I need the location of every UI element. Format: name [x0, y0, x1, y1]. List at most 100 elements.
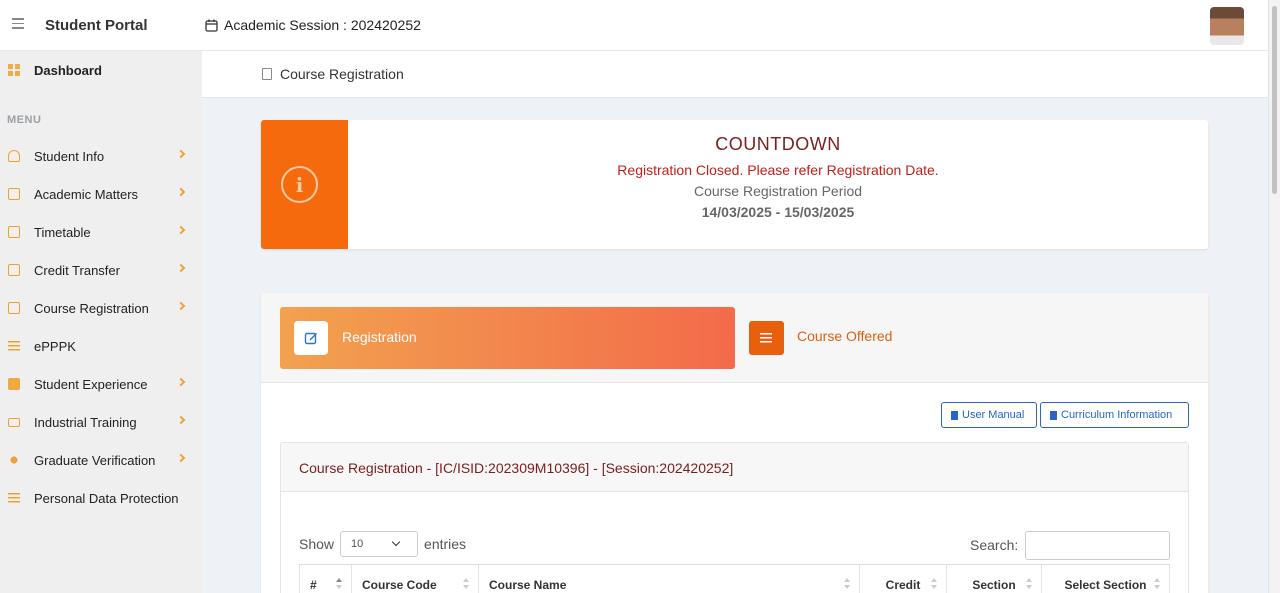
sidebar-item-timetable[interactable]: Timetable [0, 213, 202, 251]
sidebar-nav: Student Info Academic Matters Timetable … [0, 137, 202, 517]
list-icon [8, 492, 20, 504]
column-header-credit[interactable]: Credit [860, 565, 947, 593]
user-icon [8, 150, 20, 162]
table-header: # Course Code Course Name Credit Section… [299, 564, 1170, 593]
registration-period-dates: 14/03/2025 - 15/03/2025 [701, 204, 855, 220]
course-registration-table-panel: Course Registration - [IC/ISID:202309M10… [280, 442, 1189, 593]
column-header-section[interactable]: Section [947, 565, 1042, 593]
sidebar-item-industrial-training[interactable]: Industrial Training [0, 403, 202, 441]
tab-course-offered-icon-box[interactable] [749, 321, 784, 355]
sidebar-item-label: ePPPK [34, 338, 76, 354]
chevron-right-icon [176, 187, 186, 197]
page-size-control: Show 10 entries [299, 531, 466, 557]
sort-icon [844, 578, 850, 590]
tab-label: Registration [342, 329, 417, 345]
sidebar-item-academic-matters[interactable]: Academic Matters [0, 175, 202, 213]
show-label: Show [299, 536, 335, 552]
breadcrumb-label: Course Registration [280, 66, 404, 82]
column-label: Section [972, 578, 1016, 592]
page-size-select[interactable]: 10 [340, 531, 419, 557]
tab-registration[interactable]: Registration [280, 307, 735, 369]
column-label: Course Code [362, 578, 437, 592]
breadcrumb: Course Registration [262, 66, 404, 82]
chevron-right-icon [176, 415, 186, 425]
sidebar-item-label: Industrial Training [34, 414, 137, 430]
sidebar-item-credit-transfer[interactable]: Credit Transfer [0, 251, 202, 289]
dashboard-icon [8, 64, 20, 76]
sidebar-item-label: Credit Transfer [34, 262, 120, 278]
sidebar-item-course-registration[interactable]: Course Registration [0, 289, 202, 327]
button-label: Curriculum Information [1061, 409, 1173, 421]
monitor-icon [8, 417, 20, 427]
list-icon [760, 333, 772, 343]
search-input[interactable] [1025, 531, 1170, 560]
panel-title: Course Registration - [IC/ISID:202309M10… [299, 460, 734, 476]
calendar-icon [8, 226, 20, 238]
entries-label: entries [424, 536, 467, 552]
column-label: Credit [885, 578, 921, 592]
sidebar-item-label: Student Experience [34, 376, 148, 392]
countdown-panel: i COUNTDOWN Registration Closed. Please … [261, 120, 1208, 249]
clipboard-icon [262, 68, 272, 80]
column-header-course-name[interactable]: Course Name [479, 565, 860, 593]
chevron-right-icon [176, 301, 186, 311]
sidebar-item-label: Course Registration [34, 300, 149, 316]
avatar[interactable] [1210, 7, 1244, 45]
edit-icon [294, 321, 328, 355]
hamburger-menu-icon[interactable] [12, 18, 24, 30]
document-icon [8, 264, 20, 276]
column-header-course-code[interactable]: Course Code [352, 565, 479, 593]
search-label: Search: [970, 537, 1019, 553]
countdown-title: COUNTDOWN [715, 134, 841, 154]
button-label: User Manual [962, 409, 1025, 421]
flower-icon [8, 454, 20, 466]
sidebar-item-student-info[interactable]: Student Info [0, 137, 202, 175]
list-icon [8, 340, 20, 352]
tab-course-offered[interactable]: Course Offered [797, 328, 892, 344]
file-icon [951, 410, 958, 420]
sidebar-item-student-experience[interactable]: Student Experience [0, 365, 202, 403]
column-label: # [310, 578, 317, 592]
sort-icon [1154, 578, 1160, 590]
column-label: Course Name [489, 578, 567, 592]
layout-icon [8, 188, 20, 200]
sidebar-item-label: Student Info [34, 148, 105, 164]
sidebar-item-label: Dashboard [34, 62, 102, 78]
info-icon: i [281, 166, 318, 203]
chevron-down-icon [391, 537, 401, 547]
sidebar-item-graduate-verification[interactable]: Graduate Verification [0, 441, 202, 479]
sort-icon [1026, 578, 1032, 590]
column-header-number[interactable]: # [299, 565, 352, 593]
page-scrollbar[interactable] [1268, 0, 1280, 593]
sidebar-item-label: Timetable [34, 224, 91, 240]
chevron-right-icon [176, 377, 186, 387]
sidebar-item-personal-data-protection[interactable]: Personal Data Protection [0, 479, 202, 517]
menu-section-title: MENU [7, 114, 42, 126]
column-label: Select Section [1064, 578, 1147, 592]
calendar-icon [205, 19, 218, 32]
chevron-right-icon [176, 263, 186, 273]
registration-card: Registration Course Offered User Manual … [261, 293, 1208, 593]
registration-status: Registration Closed. Please refer Regist… [617, 162, 939, 178]
sidebar-item-epppk[interactable]: ePPPK [0, 327, 202, 365]
panel-header: Course Registration - [IC/ISID:202309M10… [281, 443, 1188, 492]
breadcrumb-bar: Course Registration [202, 51, 1268, 98]
sidebar-item-label: Academic Matters [34, 186, 139, 202]
curriculum-information-button[interactable]: Curriculum Information [1040, 402, 1189, 428]
top-bar: Student Portal Academic Session : 202420… [0, 0, 1268, 51]
sidebar-item-dashboard[interactable]: Dashboard [0, 51, 202, 89]
chevron-right-icon [176, 225, 186, 235]
app-brand: Student Portal [45, 17, 148, 34]
clipboard-icon [8, 302, 20, 314]
session-text: Academic Session : 202420252 [224, 17, 421, 33]
scrollbar-thumb[interactable] [1272, 6, 1277, 194]
user-manual-button[interactable]: User Manual [941, 402, 1037, 428]
sidebar-item-label: Personal Data Protection [34, 490, 179, 506]
page-size-value: 10 [351, 538, 364, 550]
academic-session: Academic Session : 202420252 [205, 17, 421, 33]
chevron-right-icon [176, 453, 186, 463]
column-header-select-section[interactable]: Select Section [1042, 565, 1170, 593]
file-icon [1050, 410, 1057, 420]
sort-icon [463, 578, 469, 590]
registration-period-label: Course Registration Period [693, 183, 863, 199]
